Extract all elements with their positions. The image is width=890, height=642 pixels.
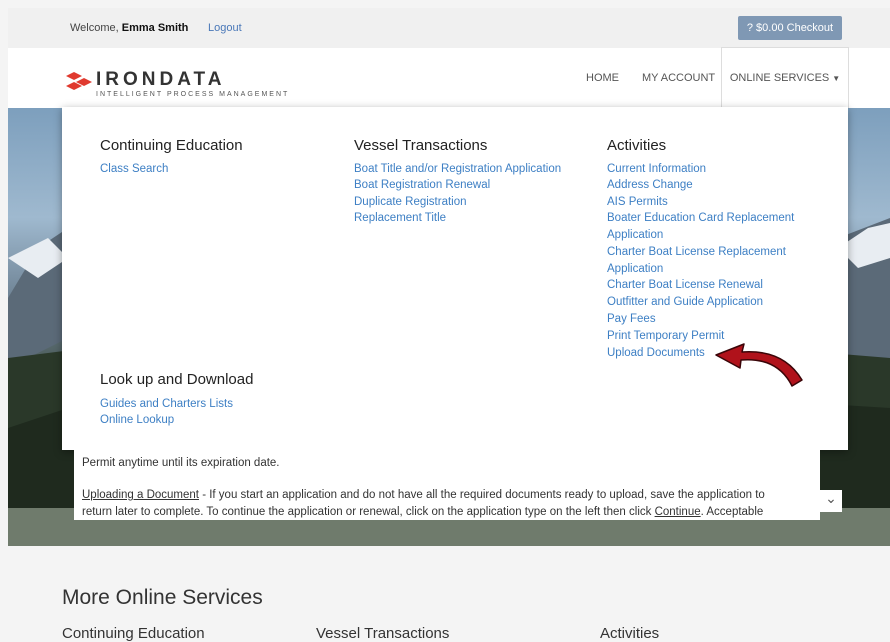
link-pay-fees[interactable]: Pay Fees (607, 313, 656, 325)
content-line-2-text: - If you start an application and do not… (199, 489, 765, 501)
uploading-document-heading: Uploading a Document (82, 489, 199, 501)
link-duplicate-registration[interactable]: Duplicate Registration (354, 196, 467, 208)
link-boat-title-registration[interactable]: Boat Title and/or Registration Applicati… (354, 163, 561, 175)
activities-heading: Activities (607, 137, 667, 154)
continuing-education-heading: Continuing Education (100, 137, 243, 154)
link-print-temporary-permit[interactable]: Print Temporary Permit (607, 330, 724, 342)
link-charter-boat-license-replacement[interactable]: Charter Boat License Replacement (607, 246, 786, 258)
continue-link[interactable]: Continue (655, 506, 701, 518)
top-bar: Welcome, Emma Smith Logout ? $0.00 Check… (8, 8, 890, 49)
nav-online-services-label: ONLINE SERVICES (729, 72, 830, 84)
nav-online-services[interactable]: ONLINE SERVICES ▼ (721, 47, 849, 108)
welcome-text: Welcome, Emma Smith (70, 22, 188, 34)
link-upload-documents[interactable]: Upload Documents (607, 347, 705, 359)
link-boater-education-card-replacement-cont[interactable]: Application (607, 229, 663, 241)
lookup-download-heading: Look up and Download (100, 371, 254, 388)
online-services-dropdown: Continuing Education Class Search Vessel… (62, 107, 848, 450)
link-boat-registration-renewal[interactable]: Boat Registration Renewal (354, 179, 490, 191)
nav-my-account[interactable]: MY ACCOUNT (642, 48, 715, 108)
scroll-down-chevron-icon[interactable]: ⌄ (820, 490, 842, 512)
vessel-transactions-heading: Vessel Transactions (354, 137, 488, 154)
logout-link[interactable]: Logout (208, 22, 242, 34)
nav-home[interactable]: HOME (586, 48, 619, 108)
link-charter-boat-license-replacement-cont[interactable]: Application (607, 263, 663, 275)
caret-down-icon: ▼ (832, 74, 841, 83)
link-guides-charters-lists[interactable]: Guides and Charters Lists (100, 398, 233, 410)
link-boater-education-card-replacement[interactable]: Boater Education Card Replacement (607, 212, 794, 224)
logo-tagline: INTELLIGENT PROCESS MANAGEMENT (96, 91, 289, 98)
user-name: Emma Smith (121, 22, 189, 34)
link-outfitter-guide-application[interactable]: Outfitter and Guide Application (607, 296, 763, 308)
logo-wordmark: IRONDATA (96, 69, 225, 90)
link-class-search[interactable]: Class Search (100, 163, 168, 175)
more-online-services-title: More Online Services (62, 586, 263, 609)
link-online-lookup[interactable]: Online Lookup (100, 414, 174, 426)
link-replacement-title[interactable]: Replacement Title (354, 212, 446, 224)
content-line-3-text: return later to complete. To continue th… (82, 506, 655, 518)
content-line-2: Uploading a Document - If you start an a… (82, 487, 802, 504)
content-line-1: Permit anytime until its expiration date… (82, 457, 280, 469)
link-charter-boat-license-renewal[interactable]: Charter Boat License Renewal (607, 279, 763, 291)
link-ais-permits[interactable]: AIS Permits (607, 196, 668, 208)
site-header: IRONDATA INTELLIGENT PROCESS MANAGEMENT … (8, 47, 890, 109)
content-line-3-end: . Acceptable (700, 506, 764, 518)
link-current-information[interactable]: Current Information (607, 163, 706, 175)
link-address-change[interactable]: Address Change (607, 179, 693, 191)
red-annotation-arrow-icon (715, 343, 803, 387)
content-card: Permit anytime until its expiration date… (74, 450, 820, 520)
checkout-button[interactable]: ? $0.00 Checkout (738, 16, 842, 40)
welcome-prefix: Welcome, (70, 22, 122, 34)
content-line-3: return later to complete. To continue th… (82, 504, 802, 520)
irondata-logo[interactable]: IRONDATA INTELLIGENT PROCESS MANAGEMENT (62, 60, 352, 100)
